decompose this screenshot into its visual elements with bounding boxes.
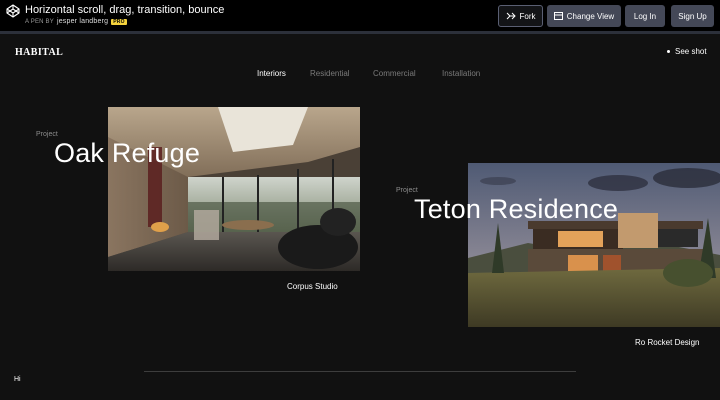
author-link[interactable]: jesper landberg — [57, 18, 108, 25]
pen-title: Horizontal scroll, drag, transition, bou… — [25, 4, 225, 16]
project-image-oak-refuge[interactable] — [108, 107, 360, 271]
project-title-teton-residence[interactable]: Teton Residence — [414, 194, 618, 225]
login-button[interactable]: Log In — [625, 5, 665, 27]
nav-item-installation[interactable]: Installation — [442, 69, 480, 78]
project-label-teton-residence: Project — [396, 187, 418, 194]
pen-byline: A PEN BY jesper landberg PRO — [25, 18, 127, 25]
project-image-teton-residence[interactable] — [468, 163, 720, 327]
category-nav: Interiors Residential Commercial Install… — [0, 69, 720, 83]
login-label: Log In — [633, 11, 657, 21]
codepen-header: Horizontal scroll, drag, transition, bou… — [0, 0, 720, 32]
dot-icon — [667, 50, 670, 53]
pro-badge: PRO — [111, 18, 127, 25]
see-shot-link[interactable]: See shot — [667, 47, 707, 56]
fork-button[interactable]: Fork — [498, 5, 543, 27]
scroll-progress-track[interactable] — [144, 371, 576, 372]
studio-name-corpus: Corpus Studio — [287, 282, 338, 291]
change-view-label: Change View — [566, 11, 615, 21]
signup-button[interactable]: Sign Up — [671, 5, 714, 27]
nav-item-commercial[interactable]: Commercial — [373, 69, 416, 78]
layout-icon — [553, 12, 563, 20]
fork-label: Fork — [519, 11, 536, 21]
codepen-logo-icon[interactable] — [6, 4, 20, 18]
byline-prefix: A PEN BY — [25, 18, 54, 25]
project-label-oak-refuge: Project — [36, 131, 58, 138]
project-title-oak-refuge[interactable]: Oak Refuge — [54, 138, 200, 169]
studio-name-ro-rocket: Ro Rocket Design — [635, 338, 700, 347]
footer-text: Hi — [14, 376, 21, 383]
fork-icon — [506, 12, 516, 20]
change-view-button[interactable]: Change View — [547, 5, 621, 27]
site-preview[interactable]: HABITAL See shot Interiors Residential C… — [0, 34, 720, 400]
see-shot-label: See shot — [675, 47, 707, 56]
signup-label: Sign Up — [678, 11, 707, 21]
brand-logo[interactable]: HABITAL — [15, 47, 63, 58]
nav-item-residential[interactable]: Residential — [310, 69, 350, 78]
nav-item-interiors[interactable]: Interiors — [257, 69, 286, 78]
